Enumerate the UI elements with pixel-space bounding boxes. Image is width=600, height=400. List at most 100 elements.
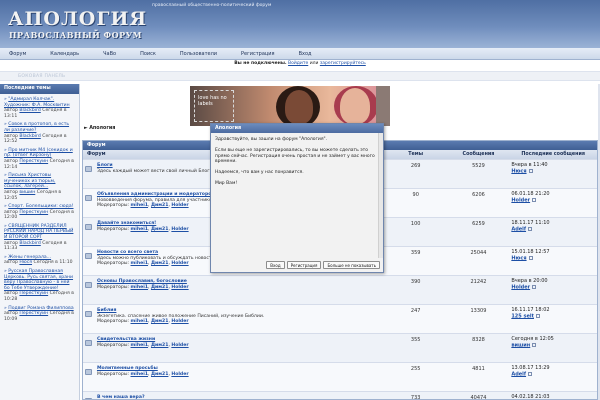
banner-edge [376, 86, 390, 126]
recent-topic-link[interactable]: Подвиг Романа Филиппова [8, 306, 73, 311]
moderator-link[interactable]: Holder [171, 203, 188, 208]
goto-last-post-icon[interactable] [532, 342, 537, 347]
moderator-link[interactable]: mihei1 [131, 319, 149, 324]
forum-info: Молитвенные просьбы Модераторы: mihei1, Д… [95, 363, 384, 391]
forum-post-count: 4811 [472, 366, 485, 372]
folder-icon [85, 253, 93, 259]
moderator-link[interactable]: Дим21 [151, 203, 168, 208]
topic-author-link[interactable]: вишин [19, 190, 35, 195]
recent-topic-item: » Про митник М4 (секидок и пр. (отвег Ки… [0, 145, 79, 170]
goto-last-post-icon[interactable] [535, 313, 540, 318]
forum-title-link[interactable]: В чем наша вера? [97, 395, 382, 399]
last-post-author-link[interactable]: Adelf [511, 371, 526, 377]
topic-author-link[interactable]: Пересткуин [19, 159, 48, 164]
last-post-author-link[interactable]: Holder [511, 197, 530, 203]
dialog-dont-show-button[interactable]: Больше не показывать [323, 261, 380, 269]
moderator-link[interactable]: mihei1 [131, 343, 149, 348]
site-header: православный общественно-политический фо… [0, 0, 600, 48]
goto-last-post-icon[interactable] [528, 168, 533, 173]
banner-image[interactable]: love has no labels [190, 86, 390, 126]
forum-status-icon [83, 247, 95, 275]
topic-author-link[interactable]: Пересткуин [19, 291, 48, 296]
moderator-link[interactable]: mihei1 [131, 261, 149, 266]
moderator-link[interactable]: Holder [171, 261, 188, 266]
topic-author-link[interactable]: Blackbird [19, 108, 40, 113]
topic-meta-label: автор [4, 108, 18, 114]
moderator-link[interactable]: Дим21 [151, 285, 168, 290]
topic-author-link[interactable]: Blackbird [19, 134, 40, 139]
moderator-link[interactable]: mihei1 [131, 372, 149, 377]
topic-meta-label: автор [4, 209, 18, 215]
forum-post-count: 8328 [472, 337, 485, 343]
forum-status-icon [83, 334, 95, 362]
forum-last-post: Сегодня в 12:05 вишин [509, 334, 597, 362]
forum-last-post: 04.02.18 21:03Holder [509, 392, 597, 399]
moderator-link[interactable]: Holder [171, 285, 188, 290]
last-post-author-link[interactable]: Holder [511, 284, 530, 290]
goto-last-post-icon[interactable] [528, 226, 533, 231]
folder-icon [85, 369, 93, 375]
topic-author-link[interactable]: Нюся [19, 260, 32, 265]
moderator-link[interactable]: mihei1 [131, 227, 149, 232]
forum-moderators: Модераторы: mihei1, Дим21, Holder [96, 319, 189, 325]
forum-row: Молитвенные просьбы Модераторы: mihei1, Д… [83, 362, 597, 391]
dialog-login-button[interactable]: Вход [266, 261, 285, 269]
welcome-dialog: Апология Здравствуйте, вы зашли на форум… [210, 123, 384, 273]
forum-topic-count: 390 [410, 279, 421, 285]
register-link[interactable]: зарегистрируйтесь [320, 61, 366, 66]
nav-login[interactable]: Вход [299, 51, 312, 57]
topic-author-link[interactable]: Пересткуин [19, 210, 48, 215]
goto-last-post-icon[interactable] [528, 255, 533, 260]
moderator-link[interactable]: Дим21 [151, 227, 168, 232]
dialog-scrollbar[interactable] [378, 133, 383, 258]
last-post-author-link[interactable]: вишин [511, 342, 530, 348]
moderator-link[interactable]: Holder [171, 372, 188, 377]
moderator-link[interactable]: mihei1 [131, 203, 149, 208]
side-panel-toggle[interactable]: БОКОВАЯ ПАНЕЛЬ [0, 71, 600, 81]
nav-register[interactable]: Регистрация [241, 51, 275, 57]
last-post-author-link[interactable]: Нюся [511, 255, 526, 261]
last-post-author-link[interactable]: Нюся [511, 168, 526, 174]
recent-topic-link[interactable]: СВЯЩЕННИК РАЗДЕЛИЛ РУССКИЙ НАРОД НА ПЕРВ… [4, 224, 73, 240]
recent-topic-link[interactable]: Русская Православная Церковь. Русь свята… [4, 269, 73, 291]
recent-topic-link[interactable]: Письма Христовы мученикох из тюрьм, ссыл… [4, 173, 55, 189]
moderator-link[interactable]: Holder [171, 343, 188, 348]
recent-topic-link[interactable]: "Адмирал Колчак". Художник: Ф.А. Москвит… [4, 97, 70, 108]
recent-topic-link[interactable]: Про митник М4 (секидок и пр. (отвег Кирз… [4, 148, 73, 159]
recent-topic-link[interactable]: Спорт. Болельщики: сюда! [8, 204, 73, 209]
moderator-link[interactable]: mihei1 [131, 285, 149, 290]
moderator-link[interactable]: Holder [171, 319, 188, 324]
site-logo[interactable]: АПОЛОГИЯ [8, 8, 147, 30]
login-status-text: Вы не подключены. [234, 61, 287, 66]
topic-author-link[interactable]: Blackbird [19, 241, 40, 246]
goto-last-post-icon[interactable] [528, 371, 533, 376]
breadcrumb: ► Апология [84, 126, 116, 131]
moderators-label: Модераторы: [96, 319, 130, 325]
site-tagline: православный общественно-политический фо… [152, 3, 272, 8]
moderator-link[interactable]: Дим21 [151, 261, 168, 266]
recent-topic-item: » Совок в протопоп, в есть ли различие? а… [0, 119, 79, 144]
nav-faq[interactable]: ЧаВо [103, 51, 116, 57]
forum-post-count: 40474 [470, 395, 487, 400]
folder-icon [85, 282, 93, 288]
last-post-author-link[interactable]: Adelf [511, 226, 526, 232]
dialog-hope-text: Надеемся, что вам у нас понравится. [215, 170, 304, 176]
goto-last-post-icon[interactable] [532, 284, 537, 289]
nav-search[interactable]: Поиск [140, 51, 156, 57]
side-panel-label: БОКОВАЯ ПАНЕЛЬ [18, 74, 66, 79]
dialog-register-button[interactable]: Регистрация [286, 261, 322, 269]
moderator-link[interactable]: Дим21 [151, 319, 168, 324]
login-link[interactable]: Войдите [288, 61, 308, 66]
forum-topic-count: 733 [410, 395, 421, 400]
nav-forum[interactable]: Форум [9, 51, 26, 57]
nav-members[interactable]: Пользователи [180, 51, 217, 57]
topic-author-link[interactable]: Пересткуин [19, 311, 48, 316]
moderator-link[interactable]: Дим21 [151, 343, 168, 348]
nav-calendar[interactable]: Календарь [50, 51, 79, 57]
moderator-link[interactable]: Дим21 [151, 372, 168, 377]
moderator-link[interactable]: Holder [171, 227, 188, 232]
breadcrumb-home[interactable]: Апология [89, 126, 115, 131]
recent-topic-link[interactable]: Совок в протопоп, в есть ли различие? [4, 122, 69, 133]
goto-last-post-icon[interactable] [532, 197, 537, 202]
last-post-author-link[interactable]: 125 selt [511, 313, 534, 319]
